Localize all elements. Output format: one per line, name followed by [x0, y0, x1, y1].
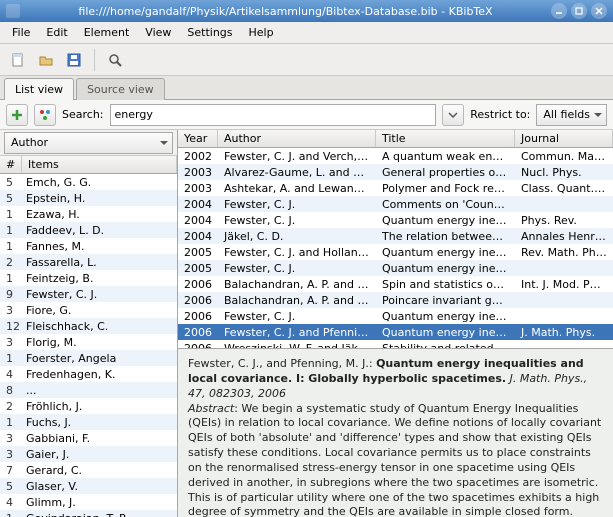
table-row[interactable]: 2004Fewster, C. J.Comments on 'Counter e…	[178, 196, 613, 212]
list-item[interactable]: 1Fuchs, J.	[0, 414, 177, 430]
col-author[interactable]: Author	[218, 130, 376, 147]
maximize-button[interactable]	[571, 3, 587, 19]
table-row[interactable]: 2006Fewster, C. J. and Pfenning, M. J.Qu…	[178, 324, 613, 340]
left-header: # Items	[0, 156, 177, 174]
menu-help[interactable]: Help	[241, 23, 282, 42]
app-icon	[6, 4, 20, 18]
list-item[interactable]: 3Gaier, J.	[0, 446, 177, 462]
search-toolbar-button[interactable]	[103, 48, 127, 72]
right-pane: Year Author Title Journal 2002Fewster, C…	[178, 130, 613, 517]
list-item[interactable]: 8...	[0, 382, 177, 398]
left-filter-row: Author	[0, 130, 177, 156]
list-item[interactable]: 3Fiore, G.	[0, 302, 177, 318]
detail-pane: Fewster, C. J., and Pfenning, M. J.: Qua…	[178, 348, 613, 517]
list-item[interactable]: 1Ezawa, H.	[0, 206, 177, 222]
list-item[interactable]: 5Emch, G. G.	[0, 174, 177, 190]
list-item[interactable]: 12Fleischhack, C.	[0, 318, 177, 334]
right-header: Year Author Title Journal	[178, 130, 613, 148]
toolbar	[0, 44, 613, 76]
menubar: File Edit Element View Settings Help	[0, 22, 613, 44]
list-item[interactable]: 1Faddeev, L. D.	[0, 222, 177, 238]
search-label: Search:	[62, 108, 104, 121]
table-row[interactable]: 2003Ashtekar, A. and Lewandowski, J....P…	[178, 180, 613, 196]
detail-abstract: : We begin a systematic study of Quantum…	[188, 402, 601, 517]
table-row[interactable]: 2005Fewster, C. J.Quantum energy inequal…	[178, 260, 613, 276]
window-title: file:///home/gandalf/Physik/Artikelsamml…	[24, 5, 547, 18]
minimize-button[interactable]	[551, 3, 567, 19]
col-items[interactable]: Items	[22, 156, 177, 173]
restrict-combo[interactable]: All fields	[536, 104, 607, 126]
menu-settings[interactable]: Settings	[179, 23, 240, 42]
close-button[interactable]	[591, 3, 607, 19]
search-input[interactable]	[110, 104, 437, 126]
tab-list-view[interactable]: List view	[4, 78, 74, 100]
table-row[interactable]: 2006Balachandran, A. P. and Pinzul, ...P…	[178, 292, 613, 308]
search-row: Search: Restrict to: All fields	[0, 100, 613, 130]
list-item[interactable]: 1Feintzeig, B.	[0, 270, 177, 286]
left-pane: Author # Items 5Emch, G. G.5Epstein, H.1…	[0, 130, 178, 517]
tab-source-view[interactable]: Source view	[76, 78, 165, 100]
list-item[interactable]: 9Fewster, C. J.	[0, 286, 177, 302]
list-item[interactable]: 4Fredenhagen, K.	[0, 366, 177, 382]
left-filter-value: Author	[11, 136, 48, 149]
list-item[interactable]: 3Gabbiani, F.	[0, 430, 177, 446]
list-item[interactable]: 1Fannes, M.	[0, 238, 177, 254]
detail-abstract-label: Abstract	[188, 402, 234, 415]
save-doc-button[interactable]	[62, 48, 86, 72]
detail-authors: Fewster, C. J., and Pfenning, M. J.:	[188, 357, 376, 370]
restrict-value: All fields	[543, 108, 590, 121]
table-row[interactable]: 2006Wreszinski, W. F. and Jäkel, C. D.St…	[178, 340, 613, 348]
left-list[interactable]: 5Emch, G. G.5Epstein, H.1Ezawa, H.1Fadde…	[0, 174, 177, 517]
list-item[interactable]: 5Glaser, V.	[0, 478, 177, 494]
list-item[interactable]: 2Fröhlich, J.	[0, 398, 177, 414]
list-item[interactable]: 2Fassarella, L.	[0, 254, 177, 270]
table-row[interactable]: 2004Fewster, C. J.Quantum energy inequal…	[178, 212, 613, 228]
list-item[interactable]: 5Epstein, H.	[0, 190, 177, 206]
table-row[interactable]: 2002Fewster, C. J. and Verch, R.A quantu…	[178, 148, 613, 164]
right-list[interactable]: 2002Fewster, C. J. and Verch, R.A quantu…	[178, 148, 613, 348]
menu-file[interactable]: File	[4, 23, 38, 42]
restrict-label: Restrict to:	[470, 108, 530, 121]
open-doc-button[interactable]	[34, 48, 58, 72]
toolbar-sep	[94, 49, 95, 71]
col-year[interactable]: Year	[178, 130, 218, 147]
col-title[interactable]: Title	[376, 130, 515, 147]
filter-button[interactable]	[34, 104, 56, 126]
table-row[interactable]: 2006Fewster, C. J.Quantum energy inequal…	[178, 308, 613, 324]
table-row[interactable]: 2003Alvarez-Gaume, L. and Vazquez-...Gen…	[178, 164, 613, 180]
titlebar: file:///home/gandalf/Physik/Artikelsamml…	[0, 0, 613, 22]
list-item[interactable]: 4Glimm, J.	[0, 494, 177, 510]
table-row[interactable]: 2006Balachandran, A. P. and Manga...Spin…	[178, 276, 613, 292]
menu-element[interactable]: Element	[76, 23, 138, 42]
list-item[interactable]: 3Florig, M.	[0, 334, 177, 350]
table-row[interactable]: 2005Fewster, C. J. and Hollands, S.Quant…	[178, 244, 613, 260]
search-dropdown-button[interactable]	[442, 104, 464, 126]
new-doc-button[interactable]	[6, 48, 30, 72]
col-num[interactable]: #	[0, 156, 22, 173]
list-item[interactable]: 1Govindarajan, T. R.	[0, 510, 177, 517]
left-filter-combo[interactable]: Author	[4, 132, 173, 154]
list-item[interactable]: 7Gerard, C.	[0, 462, 177, 478]
menu-view[interactable]: View	[137, 23, 179, 42]
col-journal[interactable]: Journal	[515, 130, 613, 147]
main-area: Author # Items 5Emch, G. G.5Epstein, H.1…	[0, 130, 613, 517]
add-entry-button[interactable]	[6, 104, 28, 126]
list-item[interactable]: 1Foerster, Angela	[0, 350, 177, 366]
table-row[interactable]: 2004Jäkel, C. D.The relation between KMS…	[178, 228, 613, 244]
view-tabs: List view Source view	[0, 76, 613, 100]
menu-edit[interactable]: Edit	[38, 23, 75, 42]
